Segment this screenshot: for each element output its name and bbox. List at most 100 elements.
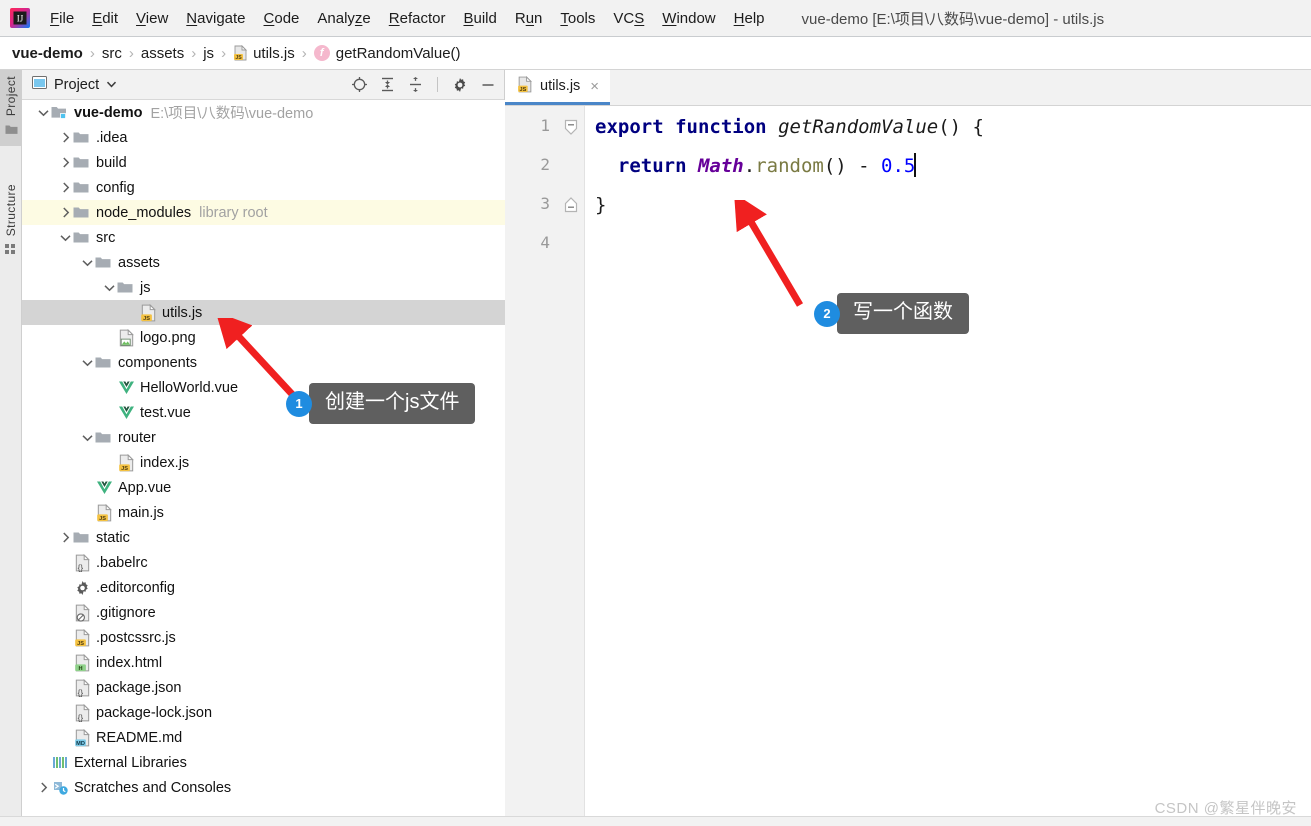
- left-tool-rail: Project Structure: [0, 70, 22, 826]
- breadcrumb-item-vue-demo[interactable]: vue-demo: [12, 45, 83, 62]
- breadcrumb-item-getrandomvalue[interactable]: f getRandomValue(): [313, 45, 461, 62]
- menu-item-file[interactable]: File: [41, 7, 83, 30]
- menu-item-code[interactable]: Code: [255, 7, 309, 30]
- hide-icon[interactable]: [479, 76, 496, 93]
- code-token: random: [755, 155, 824, 177]
- code-line-1[interactable]: export function getRandomValue() {: [585, 108, 1311, 147]
- breadcrumb-item-utils-js[interactable]: JS utils.js: [233, 45, 295, 62]
- image-file-icon: [117, 328, 135, 347]
- tree-node-js[interactable]: js: [22, 275, 505, 300]
- menu-item-navigate[interactable]: Navigate: [177, 7, 254, 30]
- vue-file-icon: [95, 480, 113, 495]
- code-line-2[interactable]: return Math.random() - 0.5: [585, 147, 1311, 186]
- tree-node-readme-md[interactable]: MD README.md: [22, 725, 505, 750]
- breadcrumb-item-js[interactable]: js: [203, 45, 214, 62]
- tree-node-external-libraries[interactable]: External Libraries: [22, 750, 505, 775]
- menu-item-tools[interactable]: Tools: [551, 7, 604, 30]
- tree-node-babelrc[interactable]: {} .babelrc: [22, 550, 505, 575]
- tree-node-postcssrc-js[interactable]: JS .postcssrc.js: [22, 625, 505, 650]
- chevron-down-icon[interactable]: [102, 280, 117, 295]
- tree-node-src[interactable]: src: [22, 225, 505, 250]
- tree-node-index-html[interactable]: Hindex.html: [22, 650, 505, 675]
- title-menu-bar: IJ File Edit View Navigate Code Analyze …: [0, 0, 1311, 37]
- chevron-down-icon[interactable]: [80, 355, 95, 370]
- menu-item-help[interactable]: Help: [725, 7, 774, 30]
- chevron-down-icon[interactable]: [80, 430, 95, 445]
- project-tree[interactable]: vue-demo E:\项目\八数码\vue-demo .idea build conf…: [22, 100, 505, 826]
- close-icon[interactable]: ×: [590, 78, 599, 95]
- tree-node-idea[interactable]: .idea: [22, 125, 505, 150]
- rail-tab-structure[interactable]: Structure: [0, 178, 22, 266]
- tree-node-build[interactable]: build: [22, 150, 505, 175]
- svg-text:{}: {}: [77, 562, 83, 572]
- breadcrumb-label: utils.js: [253, 44, 295, 62]
- tree-node-gitignore[interactable]: .gitignore: [22, 600, 505, 625]
- chevron-down-icon[interactable]: [80, 255, 95, 270]
- fold-start-icon[interactable]: [563, 119, 579, 135]
- menu-item-edit[interactable]: Edit: [83, 7, 127, 30]
- editor-area: JS utils.js × 1 2 3 4 export function getRa…: [505, 70, 1311, 826]
- tree-node-scratches-and-consoles[interactable]: Scratches and Consoles: [22, 775, 505, 800]
- tree-node-package-lock-json[interactable]: {} package-lock.json: [22, 700, 505, 725]
- chevron-right-icon[interactable]: [36, 780, 51, 795]
- chevron-right-icon[interactable]: [58, 530, 73, 545]
- breadcrumb-item-src[interactable]: src: [102, 45, 122, 62]
- breadcrumb-item-assets[interactable]: assets: [141, 45, 184, 62]
- tree-node-label: HelloWorld.vue: [140, 379, 239, 396]
- tree-node-package-json[interactable]: {} package.json: [22, 675, 505, 700]
- tree-node-node-modules[interactable]: node_modules library root: [22, 200, 505, 225]
- project-view-icon: [32, 75, 47, 95]
- menu-item-build[interactable]: Build: [454, 7, 505, 30]
- menu-item-vcs[interactable]: VCS: [604, 7, 653, 30]
- menu-bar[interactable]: File Edit View Navigate Code Analyze Ref…: [41, 7, 774, 30]
- code-line-3[interactable]: }: [585, 186, 1311, 225]
- tree-node-components[interactable]: components: [22, 350, 505, 375]
- tree-node-router[interactable]: router: [22, 425, 505, 450]
- tree-node-editorconfig[interactable]: .editorconfig: [22, 575, 505, 600]
- tree-node-note: E:\项目\八数码\vue-demo: [150, 106, 314, 122]
- tree-node-app-vue[interactable]: App.vue: [22, 475, 505, 500]
- editor-tab-label: utils.js: [540, 78, 581, 94]
- tree-node-main-js[interactable]: JS main.js: [22, 500, 505, 525]
- collapse-all-icon[interactable]: [407, 76, 424, 93]
- menu-item-view[interactable]: View: [127, 7, 177, 30]
- tree-node-utils-js[interactable]: JS utils.js: [22, 300, 505, 325]
- tree-node-logo-png[interactable]: logo.png: [22, 325, 505, 350]
- tree-node-assets[interactable]: assets: [22, 250, 505, 275]
- chevron-right-icon[interactable]: [58, 155, 73, 170]
- fold-end-icon[interactable]: [563, 197, 579, 213]
- menu-item-refactor[interactable]: Refactor: [380, 7, 455, 30]
- chevron-down-icon[interactable]: [107, 80, 117, 90]
- tree-node-label: .idea: [96, 129, 128, 146]
- menu-item-run[interactable]: Run: [506, 7, 552, 30]
- js-file-icon: JS: [73, 628, 91, 647]
- rail-tab-project[interactable]: Project: [0, 70, 22, 147]
- tree-node-label: .postcssrc.js: [96, 629, 176, 646]
- editor-gutter[interactable]: 1 2 3 4: [505, 106, 585, 826]
- chevron-down-icon[interactable]: [58, 230, 73, 245]
- line-number: 4: [540, 233, 550, 252]
- chevron-down-icon[interactable]: [36, 105, 51, 120]
- chevron-right-icon[interactable]: [58, 130, 73, 145]
- select-opened-file-icon[interactable]: [351, 76, 368, 93]
- tree-node-vue-demo[interactable]: vue-demo E:\项目\八数码\vue-demo: [22, 100, 505, 125]
- tree-node-index-js[interactable]: JS index.js: [22, 450, 505, 475]
- chevron-right-icon[interactable]: [58, 180, 73, 195]
- json-file-icon: {}: [73, 703, 91, 722]
- menu-item-analyze[interactable]: Analyze: [308, 7, 379, 30]
- tree-node-config[interactable]: config: [22, 175, 505, 200]
- menu-item-window[interactable]: Window: [653, 7, 724, 30]
- expand-all-icon[interactable]: [379, 76, 396, 93]
- settings-gear-icon[interactable]: [451, 76, 468, 93]
- tree-node-label: README.md: [96, 729, 183, 746]
- breadcrumb-label: assets: [140, 44, 185, 62]
- code-content[interactable]: export function getRandomValue() { retur…: [585, 106, 1311, 826]
- tree-node-static[interactable]: static: [22, 525, 505, 550]
- code-line-4[interactable]: [585, 225, 1311, 264]
- editor-tab-utils-js[interactable]: JS utils.js ×: [505, 70, 611, 105]
- chevron-right-icon[interactable]: [58, 205, 73, 220]
